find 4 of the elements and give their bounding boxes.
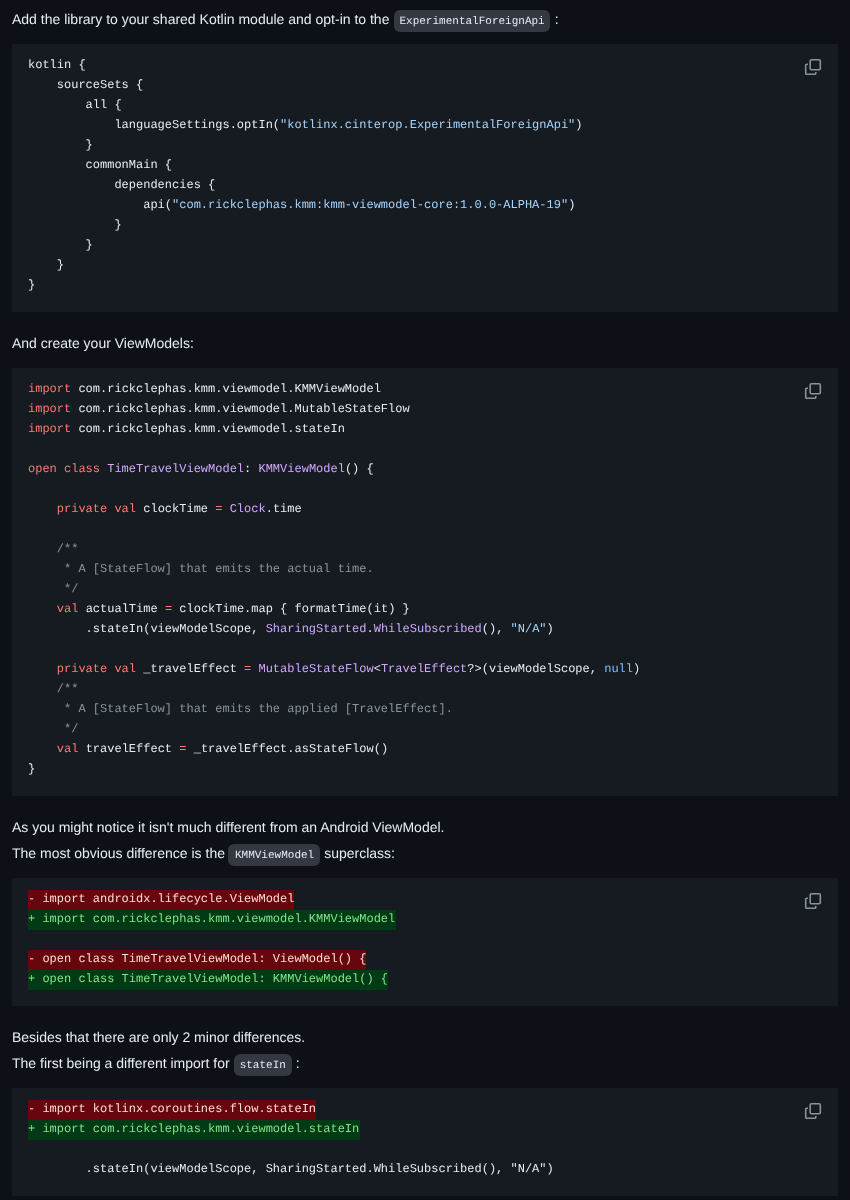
copy-icon[interactable]: [804, 382, 822, 400]
copy-icon[interactable]: [804, 1102, 822, 1120]
copy-icon[interactable]: [804, 58, 822, 76]
copy-icon[interactable]: [804, 892, 822, 910]
